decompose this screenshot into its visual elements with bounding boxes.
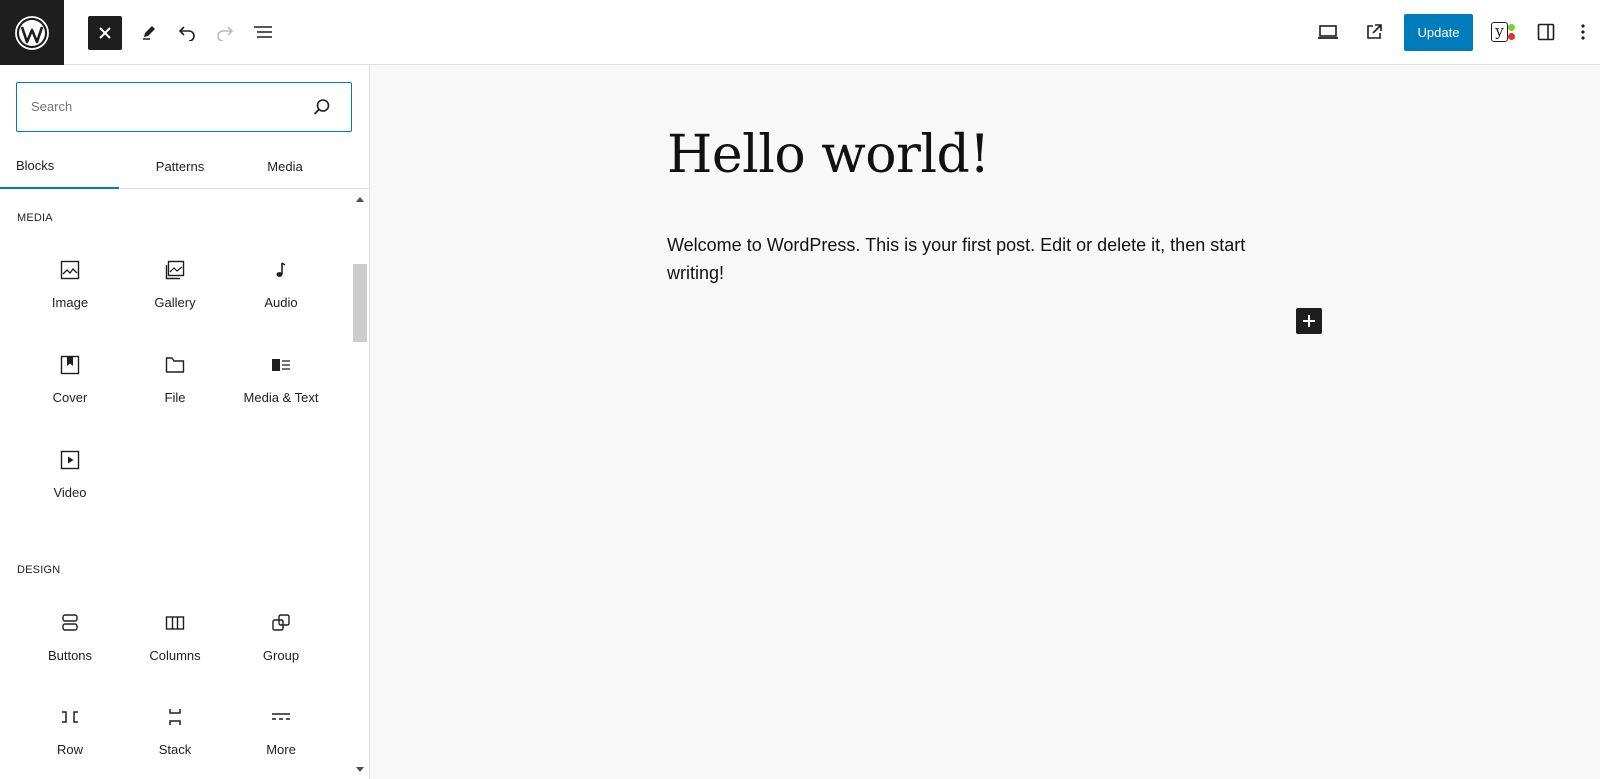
search-icon — [313, 99, 330, 115]
block-label: Gallery — [154, 295, 196, 310]
block-inserter-panel: Blocks Patterns Media MEDIA Image Galler… — [0, 65, 370, 779]
external-link-icon — [1367, 24, 1382, 39]
block-label: Buttons — [47, 648, 93, 663]
block-label: Cover — [52, 390, 88, 405]
scrollbar[interactable] — [353, 190, 369, 779]
paragraph-block[interactable]: Welcome to WordPress. This is your first… — [667, 231, 1307, 287]
list-view-icon — [254, 26, 272, 38]
tab-patterns[interactable]: Patterns — [119, 144, 241, 189]
block-cover[interactable]: Cover — [18, 335, 122, 427]
row-icon — [58, 705, 82, 729]
block-group[interactable]: Group — [229, 593, 333, 685]
undo-icon — [178, 26, 195, 41]
plus-icon — [1303, 315, 1315, 327]
image-icon — [58, 258, 82, 282]
block-row[interactable]: Row — [18, 687, 122, 779]
media-text-icon — [269, 353, 293, 377]
preview-button[interactable] — [1310, 14, 1346, 50]
close-icon — [99, 27, 111, 39]
redo-icon — [217, 26, 234, 41]
file-icon — [163, 353, 187, 377]
search-field[interactable] — [16, 82, 352, 132]
block-video[interactable]: Video — [18, 430, 122, 522]
block-label: Media & Text — [243, 390, 319, 405]
block-label: Group — [262, 648, 300, 663]
document-overview-button[interactable] — [245, 14, 281, 50]
gallery-icon — [163, 258, 187, 282]
editor-canvas: Hello world! Welcome to WordPress. This … — [370, 65, 1600, 779]
sidebar-toggle-icon — [1537, 23, 1555, 41]
block-image[interactable]: Image — [18, 240, 122, 332]
block-stack[interactable]: Stack — [123, 687, 227, 779]
more-icon — [269, 705, 293, 729]
block-label: Image — [51, 295, 89, 310]
audio-icon — [269, 258, 293, 282]
category-title: MEDIA — [17, 212, 53, 224]
block-label: More — [266, 742, 296, 757]
block-audio[interactable]: Audio — [229, 240, 333, 332]
block-label: Stack — [158, 742, 192, 757]
tab-media[interactable]: Media — [241, 144, 329, 189]
block-label: File — [164, 390, 186, 405]
post-title[interactable]: Hello world! — [667, 125, 990, 185]
cover-icon — [58, 353, 82, 377]
block-label: Columns — [149, 648, 201, 663]
redo-button[interactable] — [207, 14, 243, 50]
block-media-text[interactable]: Media & Text — [229, 335, 333, 427]
scroll-down-icon[interactable] — [356, 767, 364, 772]
view-post-button[interactable] — [1356, 14, 1392, 50]
scroll-up-icon[interactable] — [356, 197, 364, 202]
close-inserter-button[interactable] — [88, 16, 122, 50]
block-list: MEDIA Image Gallery Audio Cover File Med… — [0, 190, 353, 779]
block-columns[interactable]: Columns — [123, 593, 227, 685]
group-icon — [269, 611, 293, 635]
columns-icon — [163, 611, 187, 635]
scroll-thumb[interactable] — [353, 264, 367, 342]
editor-header: Update y — [0, 0, 1600, 65]
block-label: Video — [53, 485, 87, 500]
yoast-seo-button[interactable]: y — [1484, 14, 1520, 50]
block-more[interactable]: More — [229, 687, 333, 779]
options-menu-button[interactable] — [1570, 14, 1596, 50]
wordpress-logo-icon[interactable] — [0, 0, 64, 65]
video-icon — [58, 448, 82, 472]
tab-blocks[interactable]: Blocks — [0, 144, 119, 189]
category-title: DESIGN — [17, 564, 61, 576]
block-label: Audio — [264, 295, 298, 310]
add-block-button[interactable] — [1296, 308, 1322, 334]
block-buttons[interactable]: Buttons — [18, 593, 122, 685]
tools-button[interactable] — [131, 14, 167, 50]
block-file[interactable]: File — [123, 335, 227, 427]
settings-sidebar-button[interactable] — [1528, 14, 1564, 50]
block-label: Row — [56, 742, 83, 757]
stack-icon — [163, 705, 187, 729]
pencil-icon — [143, 26, 155, 40]
buttons-icon — [58, 611, 82, 635]
inserter-tabs: Blocks Patterns Media — [0, 144, 369, 189]
update-button[interactable]: Update — [1404, 14, 1473, 51]
desktop-icon — [1318, 25, 1338, 39]
more-vertical-icon — [1581, 24, 1585, 40]
undo-button[interactable] — [169, 14, 205, 50]
search-input[interactable] — [31, 83, 301, 130]
yoast-icon: y — [1489, 21, 1515, 43]
block-gallery[interactable]: Gallery — [123, 240, 227, 332]
